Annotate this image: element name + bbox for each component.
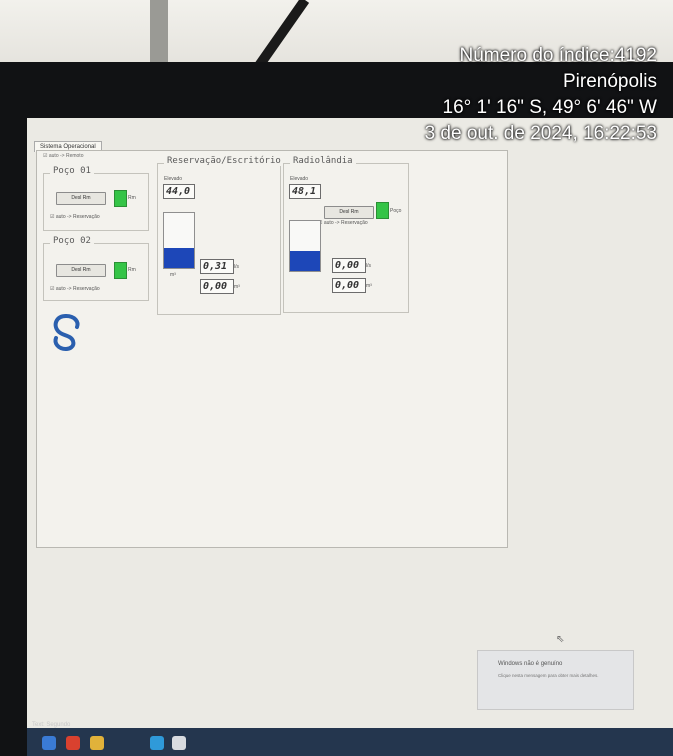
radiolandia-volume-value: 0,00 bbox=[332, 278, 366, 293]
poco-02-lamp-label: Rm bbox=[128, 267, 136, 273]
poco-01-mode[interactable]: ☑ auto -> Reservação bbox=[50, 214, 100, 220]
tab-bar: Sistema Operacional bbox=[34, 135, 102, 152]
radiolandia-lamp-label: Poço bbox=[390, 208, 402, 214]
poco-02-group: Poço 02 Desl Rm Rm ☑ auto -> Reservação bbox=[43, 236, 149, 301]
radiolandia-level-value: 48,1 bbox=[289, 184, 321, 199]
photo-index-label: Número do índice:4192 bbox=[459, 45, 657, 66]
chrome-icon[interactable] bbox=[66, 736, 80, 750]
radiolandia-group: Radiolândia Elevado 48,1 Desl Rm Poço ☑ … bbox=[283, 156, 409, 313]
app-icon[interactable] bbox=[172, 736, 186, 750]
folder-icon[interactable] bbox=[90, 736, 104, 750]
poco-02-mode[interactable]: ☑ auto -> Reservação bbox=[50, 286, 100, 292]
poco-01-lamp bbox=[114, 190, 127, 207]
notification-title: Windows não é genuíno bbox=[498, 661, 563, 667]
photo-coordinates: 16° 1' 16" S, 49° 6' 46" W bbox=[442, 97, 657, 118]
reservacao-flow-unit: l/s bbox=[234, 264, 239, 270]
photo-overlay: Número do índice:4192 Pirenópolis 16° 1'… bbox=[425, 43, 657, 147]
edge-icon[interactable] bbox=[150, 736, 164, 750]
reservacao-escritorio-group: Reservação/Escritório Elevado 44,0 m³ 0,… bbox=[157, 156, 284, 315]
scada-window: ☑ auto -> Remoto Poço 01 Desl Rm Rm ☑ au… bbox=[36, 150, 508, 548]
wall-pole bbox=[150, 0, 168, 70]
radiolandia-tank-fill bbox=[290, 251, 320, 271]
global-mode[interactable]: ☑ auto -> Remoto bbox=[43, 153, 83, 159]
poco-02-button[interactable]: Desl Rm bbox=[56, 264, 106, 277]
reservacao-tank-fill bbox=[164, 248, 194, 268]
poco-01-title: Poço 01 bbox=[50, 166, 94, 176]
photo-city: Pirenópolis bbox=[563, 71, 657, 92]
reservacao-level-label: Elevado bbox=[164, 176, 183, 182]
poco-01-group: Poço 01 Desl Rm Rm ☑ auto -> Reservação bbox=[43, 166, 149, 231]
poco-02-title: Poço 02 bbox=[50, 236, 94, 246]
company-logo bbox=[53, 314, 80, 351]
reservacao-tank-unit: m³ bbox=[170, 272, 176, 278]
reservacao-volume-value: 0,00 bbox=[200, 279, 234, 294]
photo-datetime: 3 de out. de 2024, 16:22:53 bbox=[424, 123, 657, 144]
mouse-cursor-icon: ⇖ bbox=[556, 634, 565, 645]
radiolandia-button[interactable]: Desl Rm bbox=[324, 206, 374, 219]
radiolandia-title: Radiolândia bbox=[290, 156, 356, 166]
radiolandia-lamp bbox=[376, 202, 389, 219]
reservacao-volume-unit: m³ bbox=[234, 284, 240, 290]
poco-01-lamp-label: Rm bbox=[128, 195, 136, 201]
radiolandia-level-label: Elevado bbox=[290, 176, 309, 182]
start-icon[interactable] bbox=[42, 736, 56, 750]
reservacao-title: Reservação/Escritório bbox=[164, 156, 284, 166]
poco-01-button[interactable]: Desl Rm bbox=[56, 192, 106, 205]
radiolandia-flow-value: 0,00 bbox=[332, 258, 366, 273]
windows-notification[interactable]: Windows não é genuíno Clique nesta mensa… bbox=[477, 650, 634, 710]
radiolandia-mode[interactable]: ☑ auto -> Reservação bbox=[318, 220, 368, 226]
reservacao-flow-value: 0,31 bbox=[200, 259, 234, 274]
reservacao-level-value: 44,0 bbox=[163, 184, 195, 199]
radiolandia-flow-unit: l/s bbox=[366, 263, 371, 269]
poco-02-lamp bbox=[114, 262, 127, 279]
radiolandia-volume-unit: m³ bbox=[366, 283, 372, 289]
radiolandia-tank bbox=[289, 220, 321, 272]
reservacao-tank bbox=[163, 212, 195, 269]
taskbar bbox=[27, 728, 673, 756]
notification-body: Clique nesta mensagem para obter mais de… bbox=[498, 673, 599, 678]
